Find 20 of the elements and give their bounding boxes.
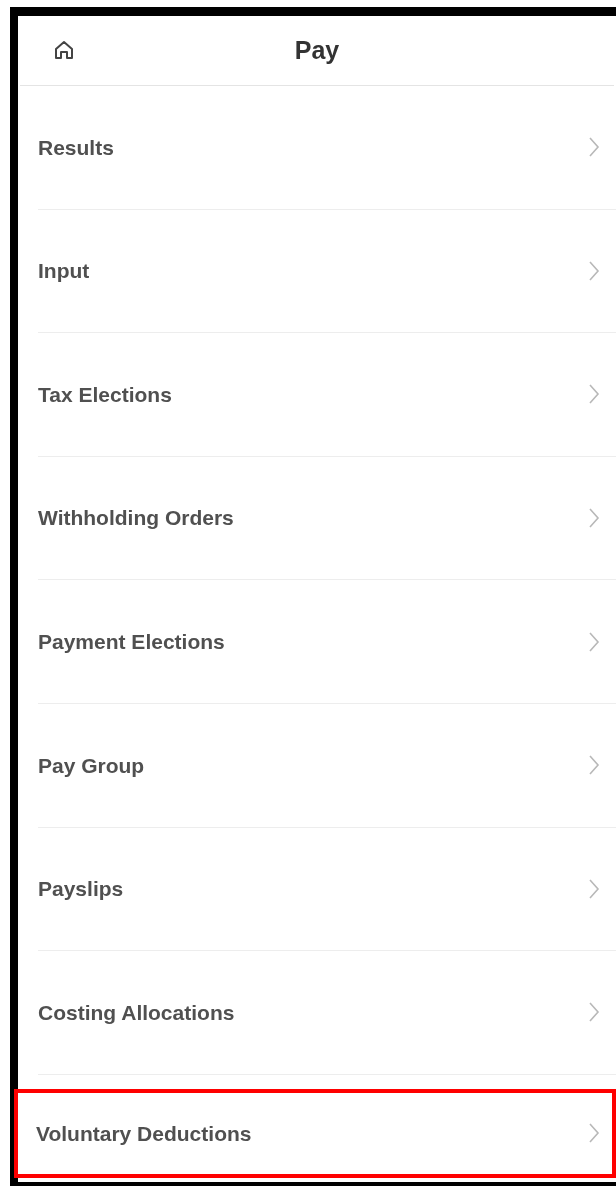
chevron-right-icon	[588, 136, 600, 159]
menu-item[interactable]: Payslips	[38, 827, 616, 952]
menu-item[interactable]: Results	[38, 86, 616, 210]
chevron-right-icon	[588, 259, 600, 282]
menu-item[interactable]: Costing Allocations	[38, 951, 616, 1075]
chevron-right-icon	[588, 1122, 600, 1145]
home-icon[interactable]	[54, 40, 74, 60]
chevron-right-icon	[588, 507, 600, 530]
menu-item[interactable]: Withholding Orders	[38, 456, 616, 581]
menu-item[interactable]: Voluntary Deductions	[14, 1088, 616, 1178]
chevron-right-icon	[588, 1001, 600, 1024]
menu-item[interactable]: Input	[38, 209, 616, 334]
chevron-right-icon	[588, 754, 600, 777]
menu-item[interactable]: Pay Group	[38, 703, 616, 828]
chevron-right-icon	[588, 630, 600, 653]
menu-item[interactable]: Payment Elections	[38, 580, 616, 704]
menu-item[interactable]: Tax Elections	[38, 333, 616, 457]
chevron-right-icon	[588, 877, 600, 900]
page-title: Pay	[294, 34, 340, 66]
chevron-right-icon	[588, 383, 600, 406]
